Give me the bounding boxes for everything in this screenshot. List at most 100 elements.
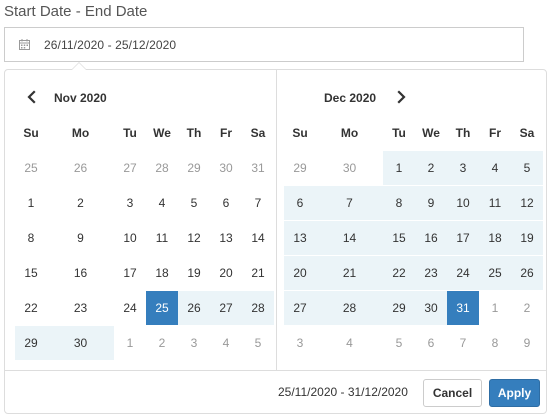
day-cell[interactable]: 17 xyxy=(447,221,479,255)
day-cell[interactable]: 10 xyxy=(447,186,479,220)
popup-caret-fill xyxy=(72,63,86,70)
day-cell[interactable]: 11 xyxy=(146,221,178,255)
date-range-input[interactable]: 26/11/2020 - 25/12/2020 xyxy=(4,27,524,62)
day-cell[interactable]: 31 xyxy=(447,291,479,325)
day-cell[interactable]: 2 xyxy=(146,326,178,360)
day-cell[interactable]: 25 xyxy=(146,291,178,325)
day-cell[interactable]: 1 xyxy=(383,151,415,185)
day-cell[interactable]: 24 xyxy=(114,291,146,325)
day-cell[interactable]: 13 xyxy=(284,221,316,255)
day-cell[interactable]: 26 xyxy=(511,256,543,290)
apply-button[interactable]: Apply xyxy=(489,379,540,407)
day-cell[interactable]: 4 xyxy=(316,326,383,360)
day-cell[interactable]: 30 xyxy=(415,291,447,325)
day-cell[interactable]: 14 xyxy=(316,221,383,255)
day-cell[interactable]: 3 xyxy=(114,186,146,220)
day-cell[interactable]: 16 xyxy=(47,256,114,290)
chevron-left-icon[interactable] xyxy=(25,89,39,105)
day-cell[interactable]: 9 xyxy=(47,221,114,255)
day-cell[interactable]: 30 xyxy=(210,151,242,185)
day-cell[interactable]: 1 xyxy=(114,326,146,360)
day-cell[interactable]: 13 xyxy=(210,221,242,255)
day-cell[interactable]: 5 xyxy=(178,186,210,220)
day-cell[interactable]: 23 xyxy=(415,256,447,290)
day-cell[interactable]: 1 xyxy=(15,186,47,220)
day-cell[interactable]: 12 xyxy=(511,186,543,220)
day-cell[interactable]: 7 xyxy=(242,186,274,220)
day-cell[interactable]: 28 xyxy=(146,151,178,185)
day-cell[interactable]: 5 xyxy=(511,151,543,185)
day-cell[interactable]: 20 xyxy=(284,256,316,290)
day-cell[interactable]: 2 xyxy=(511,291,543,325)
day-cell[interactable]: 29 xyxy=(284,151,316,185)
day-cell[interactable]: 27 xyxy=(114,151,146,185)
day-cell[interactable]: 5 xyxy=(383,326,415,360)
day-cell[interactable]: 12 xyxy=(178,221,210,255)
day-cell[interactable]: 17 xyxy=(114,256,146,290)
day-cell[interactable]: 23 xyxy=(47,291,114,325)
day-cell[interactable]: 29 xyxy=(15,326,47,360)
weekday-monday: Mo xyxy=(71,126,90,140)
day-cell[interactable]: 3 xyxy=(447,151,479,185)
day-cell[interactable]: 22 xyxy=(15,291,47,325)
day-cell[interactable]: 29 xyxy=(178,151,210,185)
day-cell[interactable]: 25 xyxy=(479,256,511,290)
day-cell[interactable]: 25 xyxy=(15,151,47,185)
day-cell[interactable]: 29 xyxy=(383,291,415,325)
day-cell[interactable]: 4 xyxy=(479,151,511,185)
day-cell[interactable]: 14 xyxy=(242,221,274,255)
day-cell[interactable]: 21 xyxy=(242,256,274,290)
weekday-wednesday: We xyxy=(422,126,440,140)
day-cell[interactable]: 10 xyxy=(114,221,146,255)
day-cell[interactable]: 6 xyxy=(284,186,316,220)
day-cell[interactable]: 18 xyxy=(146,256,178,290)
day-cell[interactable]: 15 xyxy=(383,221,415,255)
day-cell[interactable]: 6 xyxy=(415,326,447,360)
weekday-sunday: Su xyxy=(23,126,39,140)
chevron-right-icon[interactable] xyxy=(394,89,408,105)
day-cell[interactable]: 31 xyxy=(242,151,274,185)
weekday-saturday: Sa xyxy=(250,126,266,140)
day-cell[interactable]: 2 xyxy=(415,151,447,185)
cancel-button[interactable]: Cancel xyxy=(423,379,482,407)
day-cell[interactable]: 27 xyxy=(210,291,242,325)
day-cell[interactable]: 22 xyxy=(383,256,415,290)
day-cell[interactable]: 3 xyxy=(178,326,210,360)
day-cell[interactable]: 30 xyxy=(47,326,114,360)
day-cell[interactable]: 28 xyxy=(316,291,383,325)
day-cell[interactable]: 9 xyxy=(511,326,543,360)
day-cell[interactable]: 7 xyxy=(447,326,479,360)
day-cell[interactable]: 1 xyxy=(479,291,511,325)
day-cell[interactable]: 27 xyxy=(284,291,316,325)
day-cell[interactable]: 4 xyxy=(210,326,242,360)
day-cell[interactable]: 7 xyxy=(316,186,383,220)
day-cell[interactable]: 28 xyxy=(242,291,274,325)
weekday-monday: Mo xyxy=(340,126,359,140)
weekday-wednesday: We xyxy=(153,126,171,140)
day-cell[interactable]: 6 xyxy=(210,186,242,220)
day-cell[interactable]: 5 xyxy=(242,326,274,360)
day-cell[interactable]: 2 xyxy=(47,186,114,220)
day-cell[interactable]: 26 xyxy=(178,291,210,325)
day-cell[interactable]: 21 xyxy=(316,256,383,290)
day-cell[interactable]: 18 xyxy=(479,221,511,255)
day-cell[interactable]: 30 xyxy=(316,151,383,185)
day-cell[interactable]: 19 xyxy=(178,256,210,290)
day-cell[interactable]: 19 xyxy=(511,221,543,255)
calendar-divider xyxy=(276,70,277,370)
day-cell[interactable]: 24 xyxy=(447,256,479,290)
day-cell[interactable]: 16 xyxy=(415,221,447,255)
day-cell[interactable]: 11 xyxy=(479,186,511,220)
day-cell[interactable]: 3 xyxy=(284,326,316,360)
day-cell[interactable]: 8 xyxy=(479,326,511,360)
day-cell[interactable]: 15 xyxy=(15,256,47,290)
day-cell[interactable]: 4 xyxy=(146,186,178,220)
weekday-tuesday: Tu xyxy=(123,126,137,140)
day-cell[interactable]: 8 xyxy=(383,186,415,220)
day-cell[interactable]: 8 xyxy=(15,221,47,255)
day-cell[interactable]: 20 xyxy=(210,256,242,290)
weekday-friday: Fr xyxy=(489,126,501,140)
day-cell[interactable]: 9 xyxy=(415,186,447,220)
selected-range-text: 25/11/2020 - 31/12/2020 xyxy=(278,385,408,399)
day-cell[interactable]: 26 xyxy=(47,151,114,185)
